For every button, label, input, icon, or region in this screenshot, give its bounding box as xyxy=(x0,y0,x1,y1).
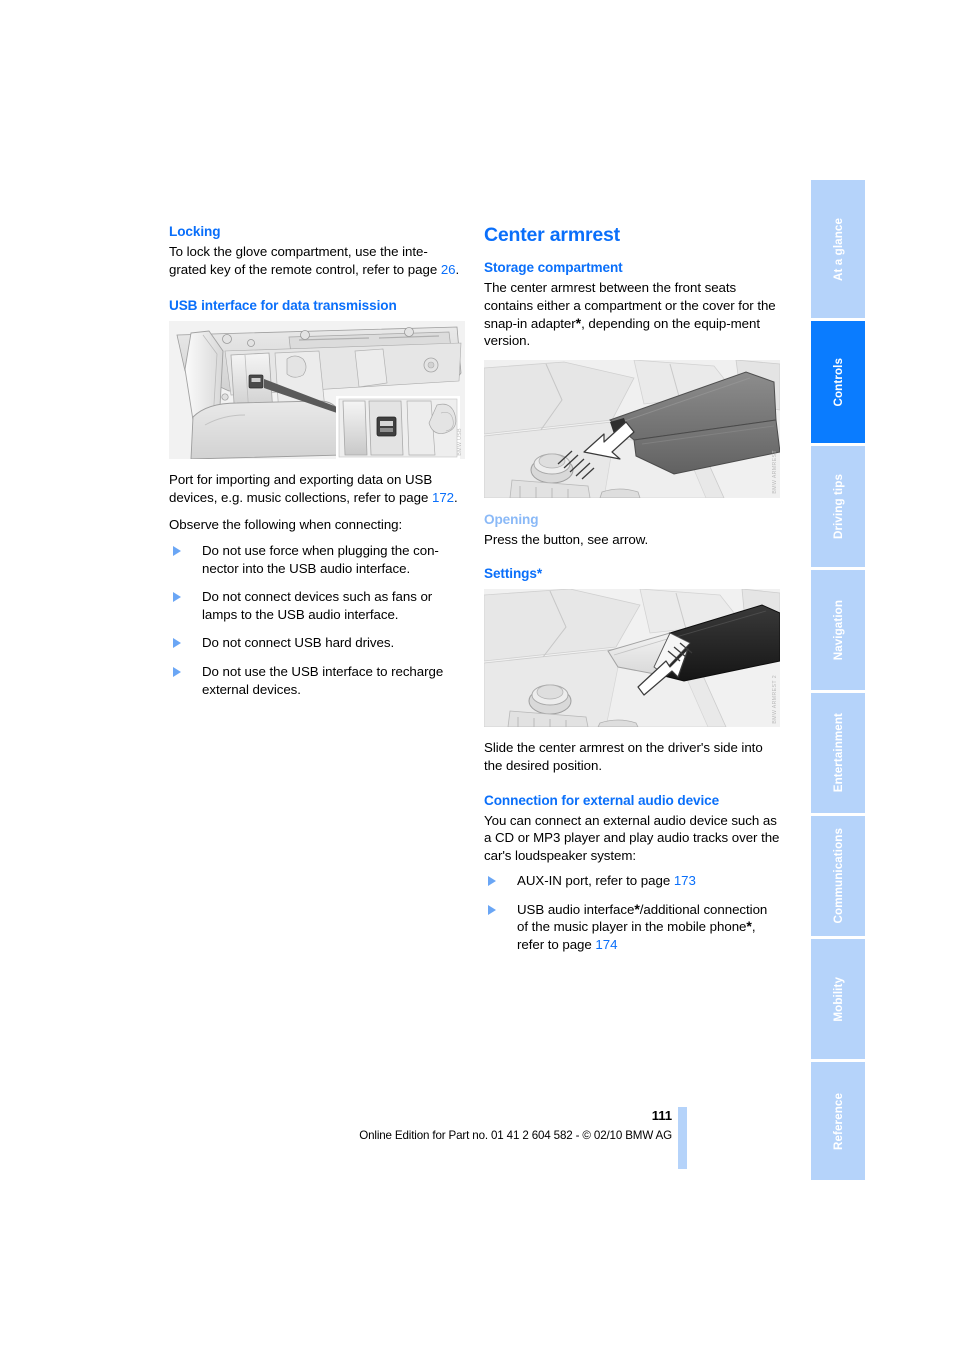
locking-paragraph: To lock the glove compartment, use the i… xyxy=(169,243,465,278)
observe-intro: Observe the following when connecting: xyxy=(169,517,403,533)
list-item: Do not use force when plugging the con-n… xyxy=(169,542,465,577)
connection-heading: Connection for external audio device xyxy=(484,792,720,808)
figure-watermark: BMW ARMREST xyxy=(772,450,778,494)
usb-port-text: Port for importing and exporting data on… xyxy=(169,472,433,505)
page-ref-172[interactable]: 172 xyxy=(432,490,454,505)
right-column: Center armrest Storage compartment The c… xyxy=(484,224,780,954)
left-column: Locking To lock the glove compartment, u… xyxy=(169,224,465,698)
glove-compartment-usb-port-illustration: BMW USB xyxy=(169,321,465,460)
opening-paragraph: Press the button, see arrow. xyxy=(484,531,649,547)
triangle-bullet-icon xyxy=(173,666,181,677)
sidebar-item-navigation[interactable]: Navigation xyxy=(811,570,865,690)
list-item-label: AUX-IN port, refer to page xyxy=(517,873,674,889)
tab-label: Driving tips xyxy=(831,474,845,539)
page-title: Center armrest xyxy=(484,224,620,246)
opening-heading: Opening xyxy=(484,511,539,527)
sidebar-item-communications[interactable]: Communications xyxy=(811,816,865,936)
list-item-label: Do not use the USB interface to recharge… xyxy=(202,663,444,697)
storage-compartment-heading: Storage compartment xyxy=(484,260,623,276)
sidebar-item-controls[interactable]: Controls xyxy=(811,321,865,443)
tab-label: Navigation xyxy=(831,599,845,661)
list-item-label: Do not connect USB hard drives. xyxy=(202,635,395,651)
sidebar-item-entertainment[interactable]: Entertainment xyxy=(811,693,865,813)
list-item-label: USB audio interface xyxy=(517,901,635,917)
usb-port-text-end: . xyxy=(454,489,458,505)
footer-accent-bar xyxy=(678,1107,687,1169)
sidebar-item-at-a-glance[interactable]: At a glance xyxy=(811,180,865,318)
footer-note: Online Edition for Part no. 01 41 2 604 … xyxy=(359,1129,672,1142)
triangle-bullet-icon xyxy=(173,592,181,603)
settings-heading: Settings* xyxy=(484,566,543,582)
center-armrest-slide-illustration: BMW ARMREST 2 xyxy=(484,589,780,728)
locking-heading: Locking xyxy=(169,224,221,239)
manual-page: Locking To lock the glove compartment, u… xyxy=(0,0,954,1350)
page-ref-174[interactable]: 174 xyxy=(595,937,617,952)
section-tab-strip: At a glance Controls Driving tips Naviga… xyxy=(811,180,865,1180)
list-item: USB audio interface*/additional connecti… xyxy=(484,901,780,954)
settings-paragraph: Slide the center armrest on the driver's… xyxy=(484,740,763,773)
figure-watermark: BMW ARMREST 2 xyxy=(772,674,778,724)
triangle-bullet-icon xyxy=(488,876,496,887)
locking-text-end: . xyxy=(455,261,460,277)
page-ref-173[interactable]: 173 xyxy=(674,873,696,888)
locking-text: To lock the glove compartment, use the i… xyxy=(169,243,441,277)
list-item: Do not connect devices such as fans or l… xyxy=(169,588,465,623)
tab-label: Communications xyxy=(831,828,845,924)
usb-port-paragraph: Port for importing and exporting data on… xyxy=(169,471,465,506)
usb-interface-heading: USB interface for data transmission xyxy=(169,298,397,314)
tab-label: Entertainment xyxy=(831,713,845,793)
connection-paragraph: You can connect an external audio device… xyxy=(484,812,780,863)
list-item: Do not connect USB hard drives. xyxy=(169,634,465,652)
tab-label: Controls xyxy=(831,357,845,407)
triangle-bullet-icon xyxy=(488,904,496,915)
tab-label: Reference xyxy=(831,1092,845,1150)
list-item-label: Do not connect devices such as fans or l… xyxy=(202,589,433,622)
triangle-bullet-icon xyxy=(173,545,181,556)
usb-warning-list: Do not use force when plugging the con-n… xyxy=(169,542,465,698)
triangle-bullet-icon xyxy=(173,638,181,649)
center-armrest-closed-illustration: BMW ARMREST xyxy=(484,359,780,498)
tab-label: At a glance xyxy=(831,217,845,281)
list-item-label: Do not use force when plugging the con-n… xyxy=(202,542,439,576)
page-number: 111 xyxy=(651,1108,672,1123)
figure-watermark: BMW USB xyxy=(457,427,463,456)
page-ref-26[interactable]: 26 xyxy=(441,262,456,277)
audio-connection-list: AUX-IN port, refer to page 173 USB audio… xyxy=(484,872,780,953)
tab-label: Mobility xyxy=(831,976,845,1022)
list-item: Do not use the USB interface to recharge… xyxy=(169,663,465,698)
list-item: AUX-IN port, refer to page 173 xyxy=(484,872,780,890)
sidebar-item-reference[interactable]: Reference xyxy=(811,1062,865,1180)
storage-compartment-paragraph: The center armrest between the front sea… xyxy=(484,279,780,349)
sidebar-item-mobility[interactable]: Mobility xyxy=(811,939,865,1059)
sidebar-item-driving-tips[interactable]: Driving tips xyxy=(811,446,865,567)
